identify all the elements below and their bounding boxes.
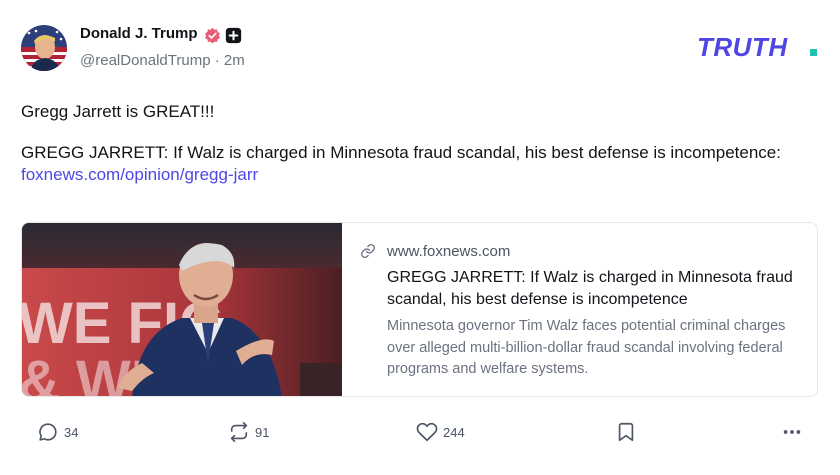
retruth-count: 91 (255, 424, 270, 440)
retruth-button[interactable]: 91 (228, 421, 269, 443)
link-preview-image[interactable]: WE FIG & WI (22, 223, 342, 397)
link-preview-card[interactable]: WE FIG & WI www.foxnews.com GREGG JARRET… (21, 222, 818, 397)
post-timestamp[interactable]: 2m (224, 52, 245, 69)
reply-icon (39, 423, 57, 441)
post-link[interactable]: foxnews.com/opinion/gregg-jarr (21, 165, 258, 184)
like-count: 244 (443, 424, 465, 440)
link-card-title[interactable]: GREGG JARRETT: If Walz is charged in Min… (387, 267, 807, 311)
truth-social-logo: TRUTH (697, 32, 817, 62)
author-avatar[interactable] (21, 25, 67, 71)
svg-text:TRUTH: TRUTH (697, 32, 788, 62)
post-text-line: Gregg Jarrett is GREAT!!! (21, 102, 215, 121)
author-handle[interactable]: @realDonaldTrump (80, 52, 211, 69)
link-card-domain: www.foxnews.com (387, 242, 511, 260)
post-text-line: GREGG JARRETT: If Walz is charged in Min… (21, 143, 781, 162)
link-card-domain-row: www.foxnews.com (360, 241, 510, 261)
reply-button[interactable]: 34 (37, 421, 78, 443)
verified-badge-icon (205, 27, 220, 44)
bookmark-button[interactable] (615, 421, 637, 443)
meta-separator: · (214, 52, 220, 69)
link-icon (361, 244, 375, 258)
plus-badge-icon (225, 27, 242, 44)
more-icon (783, 430, 801, 434)
author-display-name[interactable]: Donald J. Trump (80, 25, 198, 42)
heart-icon (416, 422, 438, 442)
retruth-icon (230, 422, 248, 442)
author-meta: @realDonaldTrump · 2m (80, 52, 245, 69)
more-options-button[interactable] (781, 421, 803, 443)
post-body: Gregg Jarrett is GREAT!!! GREGG JARRETT:… (21, 101, 811, 186)
reply-count: 34 (64, 424, 79, 440)
like-button[interactable]: 244 (416, 421, 465, 443)
link-card-description: Minnesota governor Tim Walz faces potent… (387, 318, 786, 377)
bookmark-icon (618, 422, 634, 442)
